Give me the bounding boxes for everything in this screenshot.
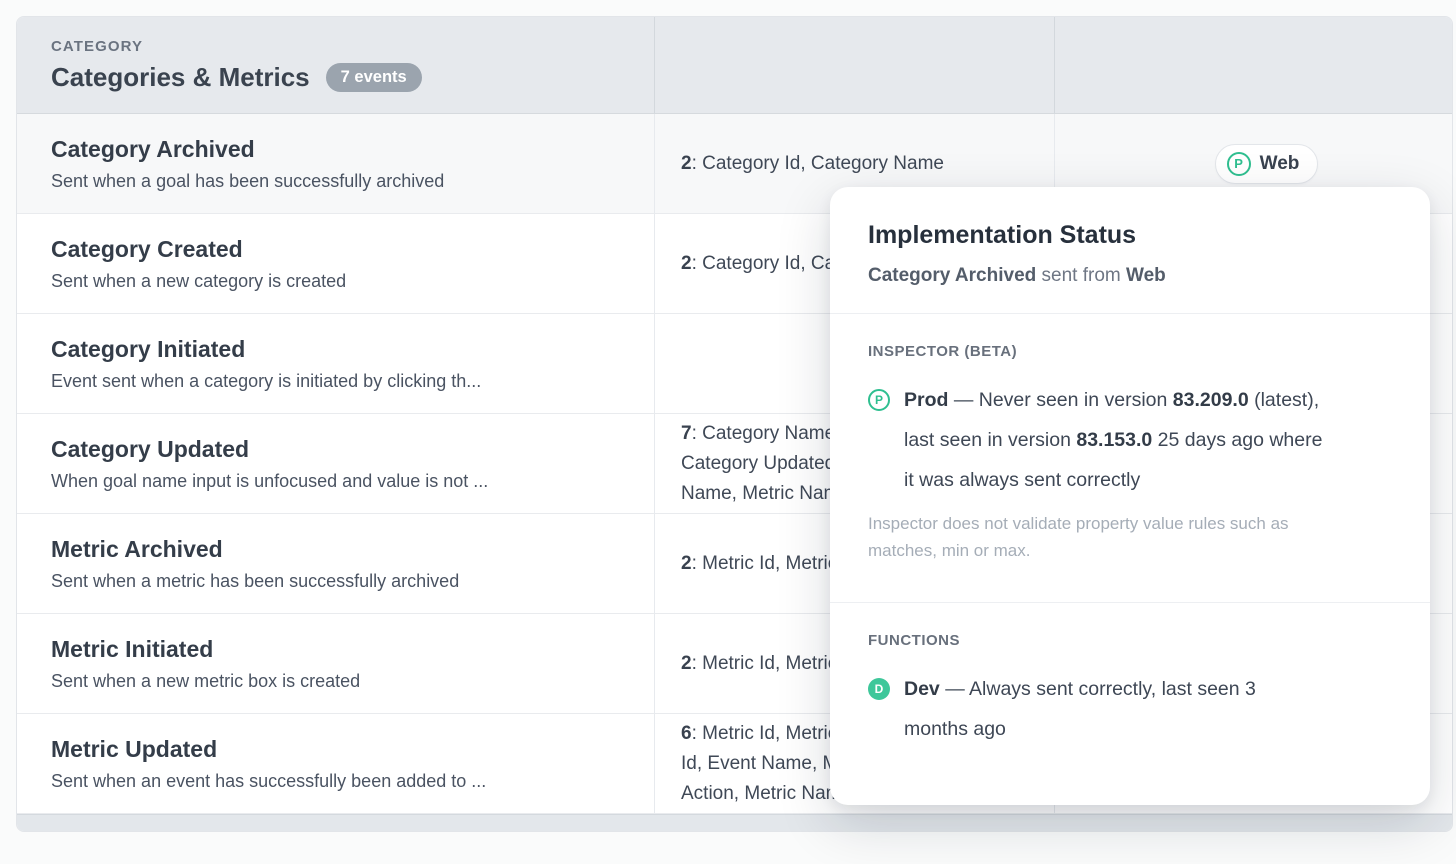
category-title: Categories & Metrics <box>51 62 310 93</box>
source-label: Web <box>1260 153 1300 175</box>
event-description: When goal name input is unfocused and va… <box>51 471 630 492</box>
source-badge-web[interactable]: P Web <box>1215 144 1319 184</box>
popover-header: Implementation Status Category Archived … <box>830 187 1430 313</box>
event-name: Category Initiated <box>51 336 630 363</box>
event-description: Sent when an event has successfully been… <box>51 771 630 792</box>
event-name: Category Created <box>51 236 630 263</box>
functions-heading: FUNCTIONS <box>868 632 1406 649</box>
screen: CATEGORY Categories & Metrics 7 events C… <box>0 0 1456 864</box>
event-description: Sent when a new metric box is created <box>51 671 630 692</box>
event-name: Category Archived <box>51 136 630 163</box>
properties-header-cell <box>655 17 1055 113</box>
event-name: Metric Updated <box>51 736 630 763</box>
event-description: Sent when a goal has been successfully a… <box>51 171 630 192</box>
prod-env-icon: P <box>1227 152 1251 176</box>
events-count-badge: 7 events <box>326 63 422 92</box>
prod-env-icon: P <box>868 389 890 411</box>
sources-header-cell <box>1055 17 1452 113</box>
dev-status-text: Dev — Always sent correctly, last seen 3… <box>904 669 1256 749</box>
category-header-cell: CATEGORY Categories & Metrics 7 events <box>17 17 655 113</box>
prod-status-text: Prod — Never seen in version 83.209.0 (l… <box>904 380 1322 500</box>
event-description: Sent when a metric has been successfully… <box>51 571 630 592</box>
event-name: Metric Initiated <box>51 636 630 663</box>
table-footer-strip <box>17 814 1452 831</box>
event-description: Event sent when a category is initiated … <box>51 371 630 392</box>
category-header-row: CATEGORY Categories & Metrics 7 events <box>17 17 1452 114</box>
inspector-disclaimer: Inspector does not validate property val… <box>868 510 1406 564</box>
event-name: Metric Archived <box>51 536 630 563</box>
dev-env-icon: D <box>868 678 890 700</box>
event-name: Category Updated <box>51 436 630 463</box>
popover-title: Implementation Status <box>868 221 1406 250</box>
inspector-heading: INSPECTOR (BETA) <box>868 343 1406 360</box>
event-properties: 2: Category Id, Category Name <box>681 149 1044 179</box>
prod-status-line: P Prod — Never seen in version 83.209.0 … <box>868 380 1406 500</box>
event-description: Sent when a new category is created <box>51 271 630 292</box>
dev-status-line: D Dev — Always sent correctly, last seen… <box>868 669 1406 749</box>
functions-section: FUNCTIONS D Dev — Always sent correctly,… <box>830 602 1430 749</box>
implementation-status-popover: Implementation Status Category Archived … <box>830 187 1430 805</box>
category-eyebrow: CATEGORY <box>51 38 630 55</box>
inspector-section: INSPECTOR (BETA) P Prod — Never seen in … <box>830 313 1430 564</box>
popover-subtitle: Category Archived sent from Web <box>868 265 1406 287</box>
